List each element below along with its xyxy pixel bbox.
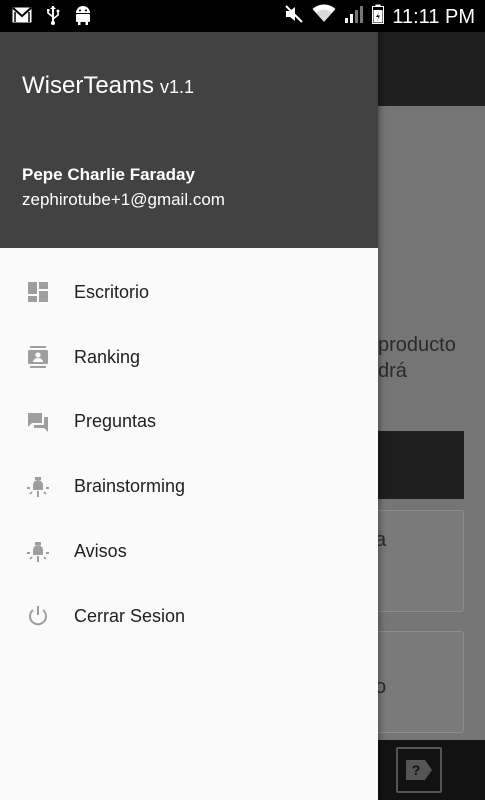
dashboard-icon xyxy=(26,280,50,304)
drawer-header: WiserTeams v1.1 Pepe Charlie Faraday zeph… xyxy=(0,32,378,248)
signal-icon xyxy=(344,4,364,29)
battery-icon xyxy=(372,4,385,29)
menu-item-cerrar-sesion[interactable]: Cerrar Sesion xyxy=(0,584,378,649)
background-text-line2: drá xyxy=(378,360,407,382)
user-name: Pepe Charlie Faraday xyxy=(22,165,195,184)
navigation-drawer: WiserTeams v1.1 Pepe Charlie Faraday zeph… xyxy=(0,0,378,800)
app-screen: 11:11 PM producto drá a o ? WiserTeams v1… xyxy=(0,0,485,800)
menu-item-label: Escritorio xyxy=(74,281,150,302)
power-icon xyxy=(26,604,50,628)
status-left-icons xyxy=(12,5,92,30)
app-version: v1.1 xyxy=(160,77,195,97)
menu-item-label: Brainstorming xyxy=(74,476,186,497)
app-title: WiserTeams v1.1 xyxy=(22,72,194,101)
usb-icon xyxy=(46,5,60,30)
lightbulb-icon xyxy=(26,540,50,564)
gmail-icon xyxy=(12,7,32,28)
wifi-icon xyxy=(312,4,336,29)
status-right-icons: 11:11 PM xyxy=(284,4,475,29)
drawer-menu: Escritorio Ranking Preguntas Brainstormi… xyxy=(0,260,378,649)
help-button[interactable]: ? xyxy=(396,747,442,793)
background-text-line1: producto xyxy=(378,334,456,356)
menu-item-avisos[interactable]: Avisos xyxy=(0,519,378,584)
app-name: WiserTeams xyxy=(22,72,155,99)
lightbulb-icon xyxy=(26,475,50,499)
menu-item-escritorio[interactable]: Escritorio xyxy=(0,260,378,325)
status-bar: 11:11 PM xyxy=(0,0,485,32)
status-time: 11:11 PM xyxy=(392,5,475,28)
svg-text:?: ? xyxy=(412,762,421,778)
menu-item-label: Cerrar Sesion xyxy=(74,605,186,626)
menu-item-ranking[interactable]: Ranking xyxy=(0,325,378,390)
background-text: producto drá xyxy=(378,332,485,384)
android-icon xyxy=(74,5,92,30)
menu-item-label: Preguntas xyxy=(74,411,157,432)
help-tag-icon: ? xyxy=(406,760,432,780)
contact-card-icon xyxy=(26,345,50,369)
menu-item-preguntas[interactable]: Preguntas xyxy=(0,390,378,455)
forum-icon xyxy=(26,410,50,434)
menu-item-brainstorming[interactable]: Brainstorming xyxy=(0,454,378,519)
menu-item-label: Avisos xyxy=(74,541,127,562)
user-email: zephirotube+1@gmail.com xyxy=(22,190,225,209)
mute-icon xyxy=(284,4,304,29)
menu-item-label: Ranking xyxy=(74,346,141,367)
